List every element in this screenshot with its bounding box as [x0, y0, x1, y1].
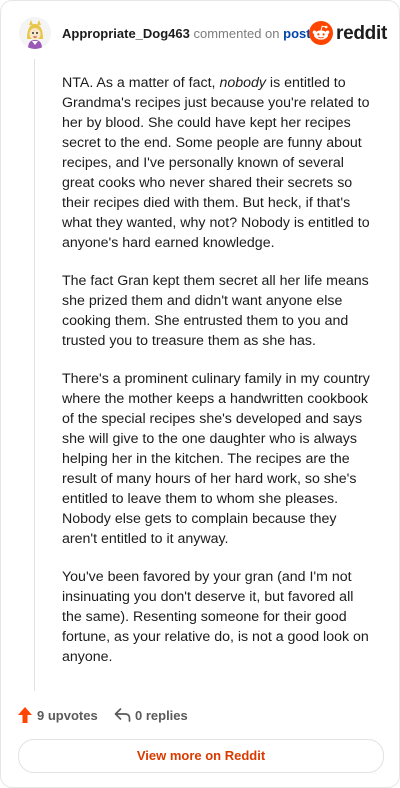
- thread-line: [34, 59, 35, 691]
- post-link[interactable]: post: [283, 26, 310, 41]
- reddit-logo-icon: [309, 21, 333, 45]
- comment-paragraph: The fact Gran kept them secret all her l…: [62, 273, 369, 349]
- view-more-button[interactable]: View more on Reddit: [18, 739, 384, 773]
- comment-header: Appropriate_Dog463 commented on post red…: [17, 17, 387, 51]
- emphasis-text: nobody: [219, 75, 266, 91]
- comment-paragraph: There's a prominent culinary family in m…: [62, 371, 370, 547]
- reddit-brand[interactable]: reddit: [309, 21, 387, 47]
- avatar[interactable]: [19, 17, 51, 49]
- comment-footer: 9 upvotes 0 replies: [17, 705, 385, 727]
- upvote-arrow-icon: [18, 707, 32, 723]
- replies-count: 0 replies: [135, 708, 188, 723]
- comment-meta: Appropriate_Dog463 commented on post: [62, 26, 311, 42]
- avatar-image: [19, 17, 51, 49]
- upvote-count: 9 upvotes: [37, 708, 98, 723]
- reddit-wordmark: reddit: [336, 23, 387, 44]
- comment-paragraph: NTA. As a matter of fact, nobody is enti…: [62, 75, 370, 251]
- username-link[interactable]: Appropriate_Dog463: [62, 26, 190, 41]
- comment-card: Appropriate_Dog463 commented on post red…: [0, 0, 400, 788]
- comment-body: NTA. As a matter of fact, nobody is enti…: [62, 73, 374, 685]
- commented-on-label: commented on: [193, 26, 280, 41]
- comment-paragraph: You've been favored by your gran (and I'…: [62, 569, 369, 665]
- reply-arrow-icon: [114, 708, 131, 722]
